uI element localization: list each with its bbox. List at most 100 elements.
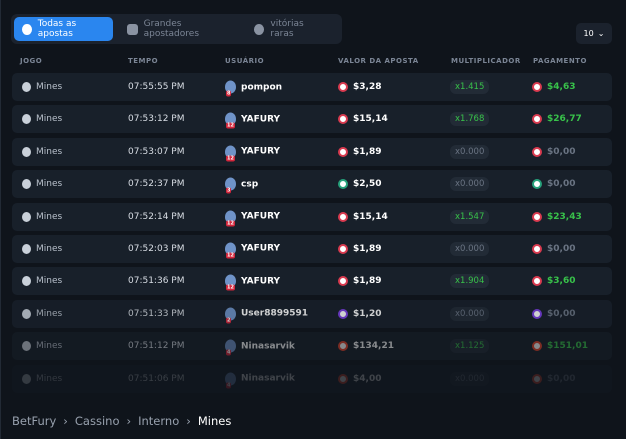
currency-icon [338,114,348,125]
bomb-icon [22,114,31,125]
game-cell[interactable]: Mines [22,211,62,222]
level-badge: 12 [226,155,235,162]
user-cell[interactable]: 2 User8899591 [225,307,308,324]
bet-cell: $134,21 [338,341,394,352]
bomb-icon [22,211,31,222]
bet-cell: $1,89 [338,146,381,157]
level-badge: 12 [226,122,235,129]
multiplier-cell: x0.000 [450,144,490,159]
bet-cell: $4,00 [338,373,381,384]
currency-icon [338,179,348,190]
user-cell[interactable]: 12 YAFURY [225,210,280,227]
user-cell[interactable]: 8 pompon [225,80,282,97]
game-cell[interactable]: Mines [22,243,62,254]
payout-cell: $3,60 [532,276,575,287]
col-multiplier: MULTIPLICADOR [451,57,521,65]
currency-icon [532,373,542,384]
bet-tabs: Todas as apostas Grandes apostadores vit… [11,14,342,44]
currency-icon [532,341,542,352]
table-row: Mines 07:51:06 PM 4 Ninasarvik $4,00 x0.0… [12,364,612,393]
currency-icon [338,276,348,287]
tab-all-bets[interactable]: Todas as apostas [14,17,114,41]
time-cell: 07:52:14 PM [128,211,185,222]
crumb-interno[interactable]: Interno [138,414,179,428]
currency-icon [532,308,542,319]
col-time: TEMPO [128,57,159,65]
currency-icon [532,211,542,222]
avatar: 2 [225,307,236,324]
user-cell[interactable]: 3 csp [225,177,258,194]
bet-cell: $15,14 [338,114,388,125]
game-cell[interactable]: Mines [22,276,62,287]
bet-cell: $3,28 [338,82,381,92]
bet-cell: $2,50 [338,179,381,190]
bomb-icon [22,308,31,319]
payout-cell: $0,00 [532,243,575,254]
user-cell[interactable]: 12 YAFURY [225,242,280,259]
multiplier-cell: x0.000 [450,306,490,321]
currency-icon [532,179,542,190]
multiplier-cell: x0.000 [450,241,490,256]
level-badge: 12 [226,284,235,291]
user-cell[interactable]: 4 Ninasarvik [225,372,295,389]
user-cell[interactable]: 12 YAFURY [225,112,280,129]
crumb-mines: Mines [197,414,232,428]
payout-cell: $4,63 [532,82,575,92]
level-badge: 3 [226,187,232,194]
time-cell: 07:52:03 PM [128,243,185,254]
tab-rare-wins[interactable]: vitórias raras [246,17,333,41]
time-cell: 07:55:55 PM [128,82,185,92]
payout-cell: $0,00 [532,373,575,384]
multiplier-cell: x0.000 [450,177,490,192]
bet-cell: $1,20 [338,308,381,319]
game-cell[interactable]: Mines [22,114,62,125]
user-cell[interactable]: 4 Ninasarvik [225,339,295,356]
currency-icon [338,373,348,384]
table-row: Mines 07:52:03 PM 12 YAFURY $1,89 x0.000 … [12,234,612,263]
avatar: 4 [225,372,236,389]
bomb-icon [22,179,31,190]
crumb-cassino[interactable]: Cassino [75,414,120,428]
multiplier-cell: x1.415 [450,80,490,94]
table-row: Mines 07:55:55 PM 8 pompon $3,28 x1.415 $… [12,73,612,101]
crumb-betfury[interactable]: BetFury [12,414,56,428]
page-size-select[interactable]: 10 ⌄ [576,23,612,44]
avatar: 12 [225,210,236,227]
game-cell[interactable]: Mines [22,373,62,384]
game-cell[interactable]: Mines [22,82,62,92]
game-cell[interactable]: Mines [22,179,62,190]
user-cell[interactable]: 12 YAFURY [225,145,280,162]
payout-cell: $0,00 [532,146,575,157]
time-cell: 07:52:37 PM [128,179,185,190]
currency-icon [338,341,348,352]
currency-icon [338,146,348,157]
game-cell[interactable]: Mines [22,341,62,352]
multiplier-cell: x0.000 [450,371,490,386]
game-cell[interactable]: Mines [22,146,62,157]
chart-icon [127,23,138,35]
user-cell[interactable]: 12 YAFURY [225,274,280,291]
breadcrumb: BetFury › Cassino › Interno › Mines [12,414,232,428]
tab-high-rollers[interactable]: Grandes apostadores [119,17,240,41]
col-game: JOGO [20,57,43,65]
payout-cell: $0,00 [532,179,575,190]
bomb-icon [22,276,31,287]
medal-icon [254,23,265,35]
avatar: 12 [225,145,236,162]
payout-cell: $151,01 [532,341,588,352]
col-bet: VALOR DA APOSTA [338,57,419,65]
bomb-icon [22,243,31,254]
payout-cell: $23,43 [532,211,582,222]
currency-icon [532,146,542,157]
level-badge: 2 [226,317,232,324]
avatar: 4 [225,339,236,356]
currency-icon [532,276,542,287]
time-cell: 07:51:12 PM [128,341,185,352]
game-cell[interactable]: Mines [22,308,62,319]
table-row: Mines 07:51:33 PM 2 User8899591 $1,20 x0.… [12,299,612,328]
time-cell: 07:51:06 PM [128,373,185,384]
table-row: Mines 07:51:12 PM 4 Ninasarvik $134,21 x1… [12,332,612,361]
currency-icon [338,82,348,92]
bet-cell: $1,89 [338,276,381,287]
currency-icon [338,308,348,319]
